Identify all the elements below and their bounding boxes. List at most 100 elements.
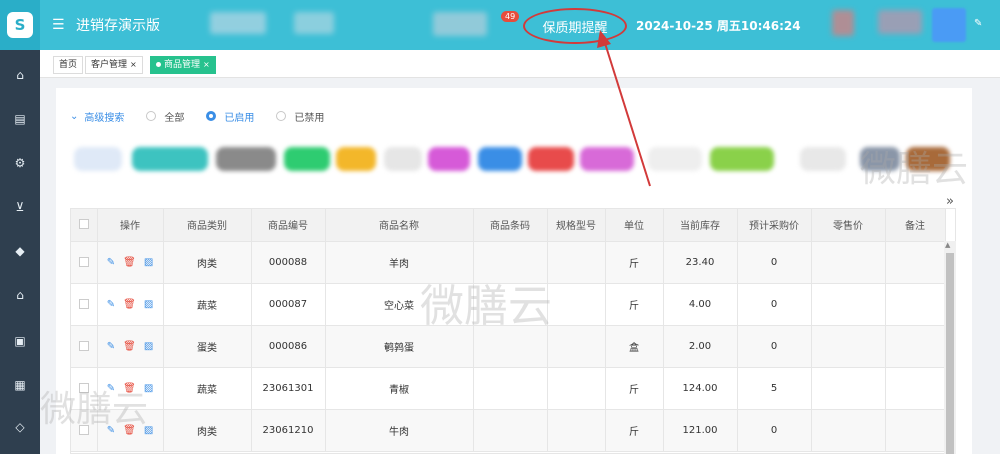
avatar[interactable] [932,8,966,42]
category-chip[interactable] [428,147,470,171]
image-icon[interactable]: ▨ [144,257,153,268]
barcode-cell [473,283,548,326]
scroll-up-icon[interactable]: ▲ [945,241,950,249]
unit-cell: 斤 [605,283,664,326]
basket-icon[interactable]: ⊻ [0,200,40,214]
trash-icon[interactable]: 🗑 [123,257,136,268]
code-cell: 23061210 [251,409,326,452]
note-cell [885,367,946,410]
category-chip[interactable] [384,147,422,171]
category-chip[interactable] [478,147,522,171]
table-header-row: 操作 商品类别 商品编号 商品名称 商品条码 规格型号 单位 当前库存 预计采购… [71,209,946,242]
image-icon[interactable]: ▨ [144,425,153,436]
category-chip[interactable] [216,147,276,171]
radio-icon [276,111,287,121]
est-price-cell: 0 [737,241,812,284]
advanced-search-link[interactable]: 高级搜索 [84,109,124,124]
spec-cell [547,367,606,410]
shelf-life-reminder-button[interactable]: 保质期提醒 [523,8,627,44]
category-chip[interactable] [906,147,950,171]
column-header: 零售价 [811,209,886,242]
tab-home[interactable]: 首页 [53,56,84,74]
select-all-cell[interactable] [71,209,98,242]
edit-icon[interactable]: ✎ [107,341,115,352]
sidebar: ⌂ ▤ ⚙ ⊻ ◆ ⌂ ▣ ▦ ◇ [0,50,40,454]
tab-product-management[interactable]: 商品管理 × [150,56,216,74]
edit-icon[interactable]: ✎ [107,383,115,394]
name-cell: 羊肉 [325,241,474,284]
barcode-cell [473,409,548,452]
house-icon[interactable]: ⌂ [0,288,40,302]
trash-icon[interactable]: 🗑 [123,383,136,394]
category-chip[interactable] [528,147,574,171]
radio-disabled[interactable]: 已禁用 [276,109,324,124]
category-chip[interactable] [710,147,774,171]
table-row[interactable]: ✎ 🗑 ▨ 肉类 000088 羊肉 斤 23.40 0 [71,241,946,284]
edit-icon[interactable]: ✎ [107,425,115,436]
image-icon[interactable]: ▨ [144,341,153,352]
notification-badge[interactable]: 49 [501,11,520,22]
name-cell: 青椒 [325,367,474,410]
column-header: 商品条码 [473,209,548,242]
chevron-down-icon[interactable]: ⌄ [70,111,78,122]
logo[interactable]: S [0,0,40,50]
edit-icon[interactable]: ✎ [974,18,982,29]
tag-icon[interactable]: ◆ [0,244,40,258]
radio-enabled[interactable]: 已启用 [206,109,254,124]
checkbox[interactable] [78,256,89,267]
code-cell: 000086 [251,325,326,368]
radio-all[interactable]: 全部 [146,109,184,124]
checkbox[interactable] [78,340,89,351]
edit-icon[interactable]: ✎ [107,257,115,268]
table-scrollbar[interactable]: ▲ [944,241,956,454]
spec-cell [547,409,606,452]
table-row[interactable]: ✎ 🗑 ▨ 蛋类 000086 鹌鹑蛋 盒 2.00 0 [71,325,946,368]
blurred-header-item [878,10,922,34]
category-chip[interactable] [74,147,122,171]
cash-icon[interactable]: ▣ [0,334,40,348]
category-cell: 肉类 [163,409,252,452]
category-chip[interactable] [860,147,900,171]
checkbox[interactable] [78,424,89,435]
trash-icon[interactable]: 🗑 [123,425,136,436]
trash-icon[interactable]: 🗑 [123,299,136,310]
scrollbar-thumb[interactable] [946,253,954,454]
note-cell [885,283,946,326]
category-cell: 蔬菜 [163,367,252,410]
gears-icon[interactable]: ⚙ [0,156,40,170]
tab-customer-management[interactable]: 客户管理 × [85,56,143,74]
est-price-cell: 0 [737,325,812,368]
image-icon[interactable]: ▨ [144,299,153,310]
checkbox[interactable] [78,298,89,309]
edit-icon[interactable]: ✎ [107,299,115,310]
category-chip[interactable] [800,147,846,171]
retail-cell [811,367,886,410]
expand-columns-icon[interactable]: » [946,194,954,209]
report-icon[interactable]: ▦ [0,378,40,392]
blurred-header-item [294,12,334,34]
home-icon[interactable]: ⌂ [0,68,40,82]
category-cell: 肉类 [163,241,252,284]
image-icon[interactable]: ▨ [144,383,153,394]
shield-icon[interactable]: ◇ [0,420,40,434]
stock-cell: 121.00 [663,409,738,452]
close-icon[interactable]: × [203,60,210,69]
note-cell [885,325,946,368]
category-chip[interactable] [132,147,208,171]
table-row[interactable]: ✎ 🗑 ▨ 肉类 23061210 牛肉 斤 121.00 0 [71,409,946,452]
category-chip[interactable] [580,147,634,171]
stock-cell: 4.00 [663,283,738,326]
trash-icon[interactable]: 🗑 [123,341,136,352]
inbox-icon[interactable]: ▤ [0,112,40,126]
checkbox[interactable] [78,382,89,393]
category-chip[interactable] [336,147,376,171]
barcode-cell [473,367,548,410]
category-chip[interactable] [648,147,702,171]
unit-cell: 盒 [605,325,664,368]
menu-icon[interactable]: ☰ [52,17,66,33]
table-row[interactable]: ✎ 🗑 ▨ 蔬菜 23061301 青椒 斤 124.00 5 [71,367,946,410]
checkbox[interactable] [78,219,89,230]
table-row[interactable]: ✎ 🗑 ▨ 蔬菜 000087 空心菜 斤 4.00 0 [71,283,946,326]
close-icon[interactable]: × [130,60,137,69]
category-chip[interactable] [284,147,330,171]
